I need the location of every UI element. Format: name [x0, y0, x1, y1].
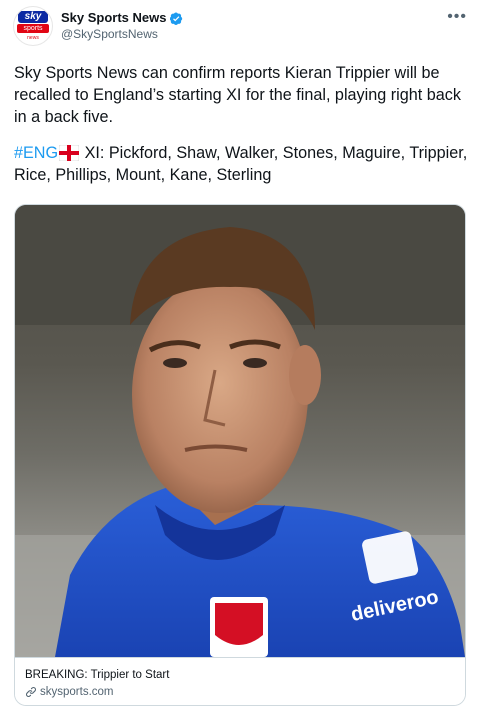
display-name[interactable]: Sky Sports News	[61, 10, 167, 26]
avatar-logo-sports: sports	[17, 24, 49, 33]
link-icon	[26, 687, 36, 697]
tweet: sky sports news Sky Sports News @SkySpor…	[0, 0, 479, 716]
card-domain-row[interactable]: skysports.com	[25, 684, 455, 700]
player-photo: deliveroo	[15, 205, 465, 657]
avatar-logo-news: news	[27, 35, 39, 41]
hashtag-link[interactable]: #ENG	[14, 144, 58, 162]
handle[interactable]: @SkySportsNews	[61, 26, 183, 42]
tweet-header: sky sports news Sky Sports News @SkySpor…	[13, 6, 467, 46]
author-block: Sky Sports News @SkySportsNews	[61, 10, 183, 42]
tweet-lineup: #ENG XI: Pickford, Shaw, Walker, Stones,…	[14, 142, 469, 186]
tweet-text: Sky Sports News can confirm reports Kier…	[14, 62, 469, 200]
avatar-logo-sky: sky	[18, 11, 48, 23]
link-card[interactable]: deliveroo BREAKING: Trippier to Start sk…	[14, 204, 466, 706]
tweet-paragraph: Sky Sports News can confirm reports Kier…	[14, 64, 461, 126]
lineup-text: XI: Pickford, Shaw, Walker, Stones, Magu…	[14, 144, 468, 184]
avatar[interactable]: sky sports news	[13, 6, 53, 46]
card-image[interactable]: deliveroo	[15, 205, 465, 657]
card-domain[interactable]: skysports.com	[40, 684, 114, 700]
england-flag-icon	[59, 145, 80, 161]
card-meta[interactable]: BREAKING: Trippier to Start skysports.co…	[15, 657, 465, 705]
card-title[interactable]: BREAKING: Trippier to Start	[25, 668, 455, 682]
verified-badge-icon	[169, 12, 182, 25]
display-name-row[interactable]: Sky Sports News	[61, 10, 183, 26]
more-icon[interactable]: •••	[447, 9, 467, 25]
